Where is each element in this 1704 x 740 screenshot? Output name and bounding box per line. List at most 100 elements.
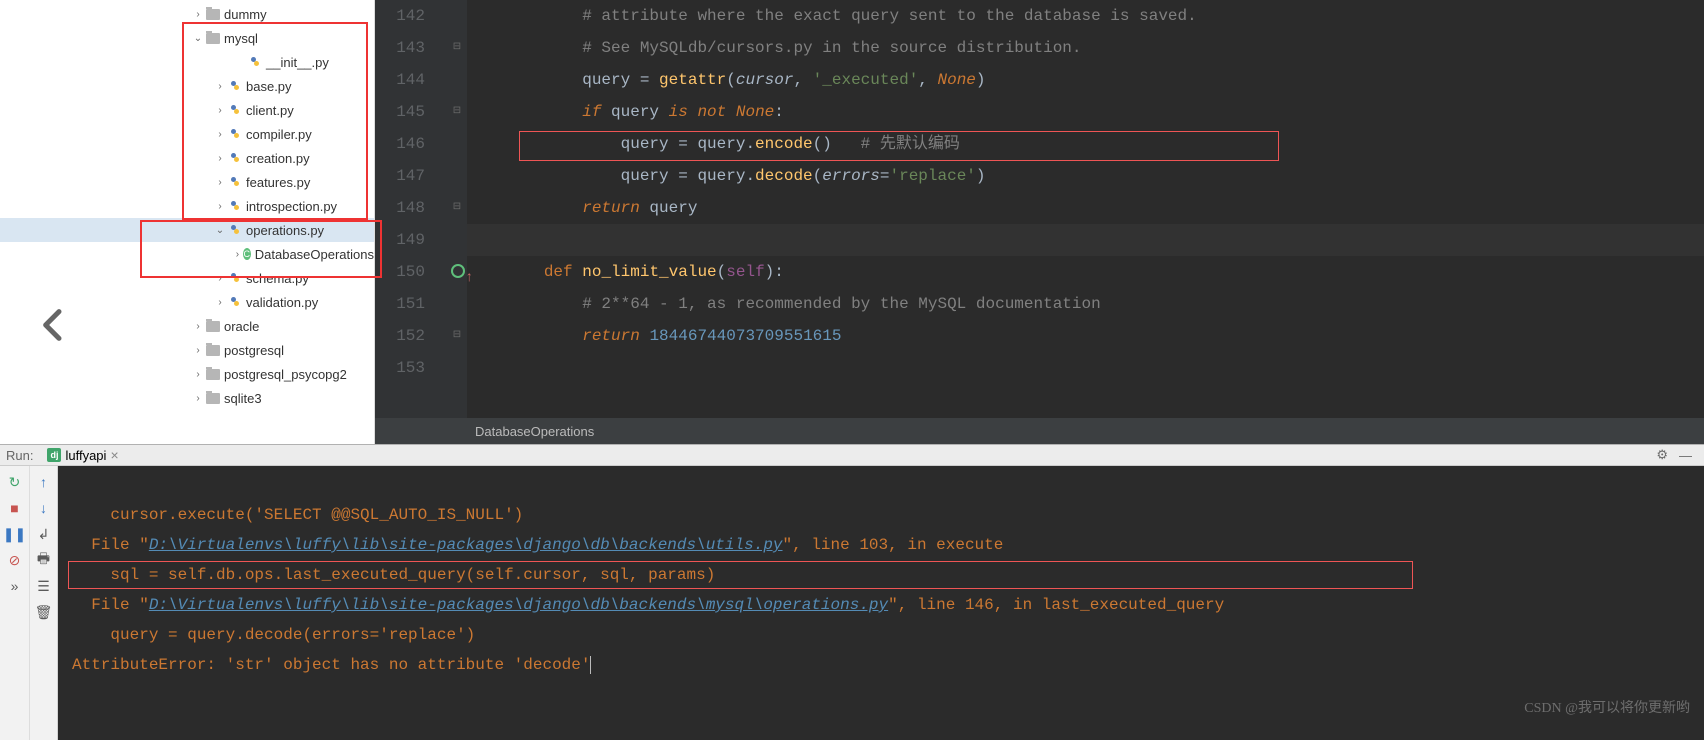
line-number: 148	[375, 192, 425, 224]
chevron-icon[interactable]: ›	[190, 369, 206, 380]
tree-item[interactable]: › sqlite3	[0, 386, 374, 410]
fold-column[interactable]: ⊟⊟⊟ ↑ ⊟	[447, 0, 467, 418]
run-config-tab[interactable]: dj luffyapi ×	[41, 445, 124, 465]
run-console[interactable]: cursor.execute('SELECT @@SQL_AUTO_IS_NUL…	[58, 466, 1704, 740]
traceback-path-link[interactable]: D:\Virtualenvs\luffy\lib\site-packages\d…	[149, 596, 888, 614]
class-icon: C	[243, 248, 251, 260]
tree-item-label: postgresql	[224, 343, 284, 358]
traceback-path-link[interactable]: D:\Virtualenvs\luffy\lib\site-packages\d…	[149, 536, 783, 554]
editor-breadcrumb[interactable]: DatabaseOperations	[375, 418, 1704, 444]
code-editor[interactable]: 142143144145146147148149150151152153 ⊟⊟⊟…	[375, 0, 1704, 444]
folder-icon	[206, 369, 220, 380]
filter-icon[interactable]: ☰	[36, 578, 52, 594]
tree-item-label: client.py	[246, 103, 294, 118]
code-comment: # See MySQLdb/cursors.py in the source d…	[582, 39, 1081, 57]
pause-icon[interactable]: ❚❚	[7, 526, 23, 542]
folder-icon	[206, 9, 220, 20]
folder-icon	[206, 393, 220, 404]
chevron-icon[interactable]: ›	[190, 9, 206, 20]
tree-item[interactable]: › client.py	[0, 98, 374, 122]
tree-item[interactable]: ›creation.py	[0, 146, 374, 170]
tree-item[interactable]: ⌄ operations.py	[0, 218, 374, 242]
gear-icon[interactable]: ⚙	[1656, 447, 1668, 463]
folder-icon	[206, 321, 220, 332]
run-tool-window[interactable]: Run: dj luffyapi × ⚙ — ↻ ■ ❚❚ ⊘ » ↑ ↓ ↲ …	[0, 444, 1704, 727]
more-icon[interactable]: »	[7, 578, 23, 594]
tree-item[interactable]: ⌄ mysql	[0, 26, 374, 50]
project-file-tree[interactable]: › dummy ⌄ mysql __init__.py › base.py › client.p…	[0, 0, 375, 444]
line-number: 151	[375, 288, 425, 320]
python-file-icon	[228, 295, 242, 309]
chevron-icon[interactable]: ›	[212, 81, 228, 92]
print-icon[interactable]: 🖶	[36, 552, 52, 568]
chevron-icon[interactable]: ›	[212, 201, 228, 212]
tree-item-label: postgresql_psycopg2	[224, 367, 347, 382]
console-line: sql = self.db.ops.last_executed_query(se…	[72, 566, 715, 584]
line-number: 149	[375, 224, 425, 256]
python-file-icon	[228, 151, 242, 165]
close-tab-icon[interactable]: ×	[110, 447, 118, 463]
tree-item[interactable]: __init__.py	[0, 50, 374, 74]
wrap-icon[interactable]: ↲	[36, 526, 52, 542]
trash-icon[interactable]: 🗑	[36, 604, 52, 620]
chevron-icon[interactable]: ›	[212, 105, 228, 116]
chevron-icon[interactable]: ›	[190, 321, 206, 332]
tree-item-label: compiler.py	[246, 127, 312, 142]
tree-item[interactable]: ›features.py	[0, 170, 374, 194]
tree-item-label: DatabaseOperations	[255, 247, 374, 262]
chevron-icon[interactable]: ›	[232, 249, 243, 260]
chevron-icon[interactable]: ›	[212, 273, 228, 284]
tree-item-label: oracle	[224, 319, 259, 334]
tree-item-label: dummy	[224, 7, 267, 22]
line-number: 153	[375, 352, 425, 384]
tree-item-label: sqlite3	[224, 391, 262, 406]
tree-item-label: mysql	[224, 31, 258, 46]
python-file-icon	[228, 127, 242, 141]
folder-icon	[206, 33, 220, 44]
line-number-gutter: 142143144145146147148149150151152153	[375, 0, 447, 418]
console-line: File "D:\Virtualenvs\luffy\lib\site-pack…	[72, 536, 1003, 554]
line-number: 144	[375, 64, 425, 96]
watermark-text: CSDN @我可以将你更新哟	[1524, 697, 1690, 717]
tree-item[interactable]: › compiler.py	[0, 122, 374, 146]
up-stack-icon[interactable]: ↑	[36, 474, 52, 490]
rerun-icon[interactable]: ↻	[7, 474, 23, 490]
tree-item-label: validation.py	[246, 295, 318, 310]
run-tool-column-primary: ↻ ■ ❚❚ ⊘ »	[0, 466, 30, 740]
python-file-icon	[228, 175, 242, 189]
console-line: query = query.decode(errors='replace')	[72, 626, 475, 644]
python-file-icon	[228, 79, 242, 93]
down-stack-icon[interactable]: ↓	[36, 500, 52, 516]
tree-item[interactable]: ›C DatabaseOperations	[0, 242, 374, 266]
tree-item-label: base.py	[246, 79, 292, 94]
chevron-icon[interactable]: ›	[190, 393, 206, 404]
tree-item[interactable]: › dummy	[0, 2, 374, 26]
chevron-left-icon	[34, 305, 74, 345]
stop-icon[interactable]: ■	[7, 500, 23, 516]
python-file-icon	[228, 271, 242, 285]
chevron-icon[interactable]: ›	[212, 297, 228, 308]
line-number: 150	[375, 256, 425, 288]
console-line: cursor.execute('SELECT @@SQL_AUTO_IS_NUL…	[72, 506, 523, 524]
chevron-icon[interactable]: ›	[190, 345, 206, 356]
tree-item[interactable]: ›introspection.py	[0, 194, 374, 218]
exit-icon[interactable]: ⊘	[7, 552, 23, 568]
line-number: 143	[375, 32, 425, 64]
tree-item-label: __init__.py	[266, 55, 329, 70]
python-file-icon	[228, 103, 242, 117]
code-lines[interactable]: # attribute where the exact query sent t…	[467, 0, 1704, 418]
minimize-icon[interactable]: —	[1679, 448, 1692, 463]
gallery-prev-button[interactable]	[12, 283, 96, 367]
chevron-icon[interactable]: ›	[212, 129, 228, 140]
chevron-icon[interactable]: ⌄	[190, 33, 206, 44]
tree-item-label: operations.py	[246, 223, 324, 238]
code-comment: # attribute where the exact query sent t…	[582, 7, 1197, 25]
chevron-icon[interactable]: ›	[212, 177, 228, 188]
line-number: 145	[375, 96, 425, 128]
django-icon: dj	[47, 448, 61, 462]
line-number: 142	[375, 0, 425, 32]
chevron-icon[interactable]: ›	[212, 153, 228, 164]
tree-item[interactable]: › base.py	[0, 74, 374, 98]
chevron-icon[interactable]: ⌄	[212, 225, 228, 236]
run-label: Run:	[6, 448, 33, 463]
